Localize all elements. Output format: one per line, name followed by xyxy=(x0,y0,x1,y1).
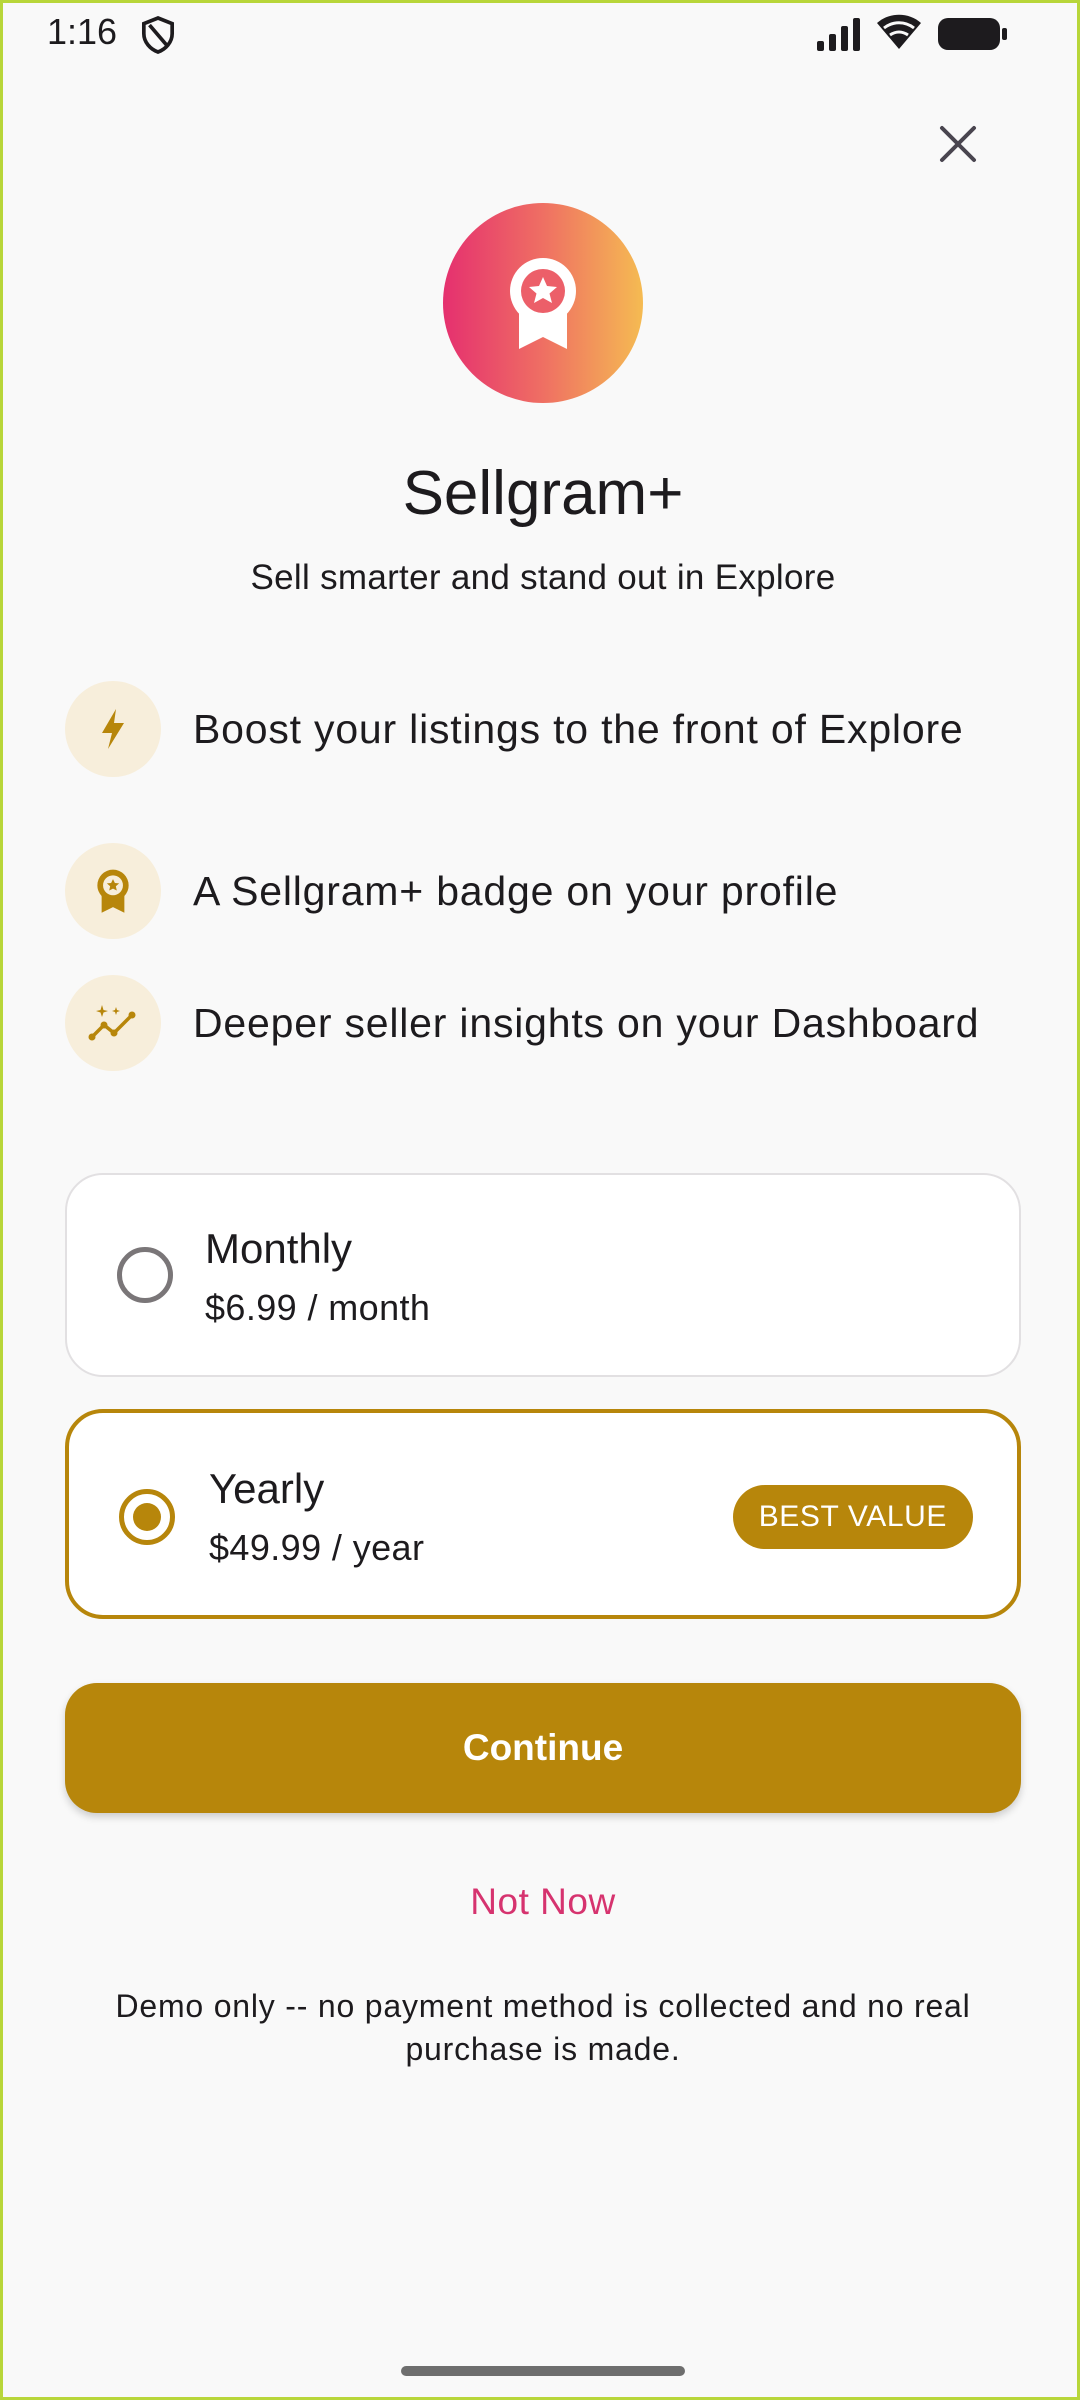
page-subtitle: Sell smarter and stand out in Explore xyxy=(250,558,836,597)
status-bar: 1:16 xyxy=(3,3,1080,67)
disclaimer-text: Demo only -- no payment method is collec… xyxy=(115,1988,971,2067)
feature-text: A Sellgram+ badge on your profile xyxy=(193,868,839,914)
shield-icon xyxy=(141,16,175,54)
feature-text: Deeper seller insights on your Dashboard xyxy=(193,1000,980,1046)
paywall-screen: 1:16 Sellgram+ Sell smarter and stand ou… xyxy=(0,0,1080,2400)
feature-icon-container xyxy=(65,681,161,777)
feature-item-boost: Boost your listings to the front of Expl… xyxy=(65,681,1025,777)
premium-badge xyxy=(443,203,643,403)
feature-item-insights: Deeper seller insights on your Dashboard xyxy=(65,975,1025,1071)
award-ribbon-icon xyxy=(97,869,129,913)
feature-item-badge: A Sellgram+ badge on your profile xyxy=(65,843,1025,939)
plan-name: Yearly xyxy=(209,1465,325,1512)
plan-option-yearly[interactable]: Yearly $49.99 / year BEST VALUE xyxy=(65,1409,1021,1619)
feature-icon-container xyxy=(65,843,161,939)
not-now-button[interactable]: Not Now xyxy=(3,1881,1080,1923)
radio-button-selected[interactable] xyxy=(119,1489,175,1545)
continue-button[interactable]: Continue xyxy=(65,1683,1021,1813)
close-button[interactable] xyxy=(921,107,995,181)
plan-price: $6.99 / month xyxy=(205,1287,431,1328)
best-value-badge: BEST VALUE xyxy=(732,1485,973,1549)
feature-text: Boost your listings to the front of Expl… xyxy=(193,706,964,752)
close-icon xyxy=(940,126,976,162)
feature-icon-container xyxy=(65,975,161,1071)
lightning-bolt-icon xyxy=(102,709,124,749)
plan-price: $49.99 / year xyxy=(209,1527,425,1568)
plan-name: Monthly xyxy=(205,1225,353,1272)
page-title: Sellgram+ xyxy=(402,459,684,528)
plan-option-monthly[interactable]: Monthly $6.99 / month xyxy=(65,1173,1021,1377)
home-indicator[interactable] xyxy=(401,2366,685,2376)
signal-icon xyxy=(817,18,860,51)
award-ribbon-icon xyxy=(510,258,576,349)
wifi-icon xyxy=(877,14,921,49)
radio-dot xyxy=(133,1503,161,1531)
status-time: 1:16 xyxy=(47,11,118,52)
insights-chart-icon xyxy=(88,1005,136,1041)
radio-button[interactable] xyxy=(117,1247,173,1303)
battery-icon xyxy=(938,18,1007,50)
